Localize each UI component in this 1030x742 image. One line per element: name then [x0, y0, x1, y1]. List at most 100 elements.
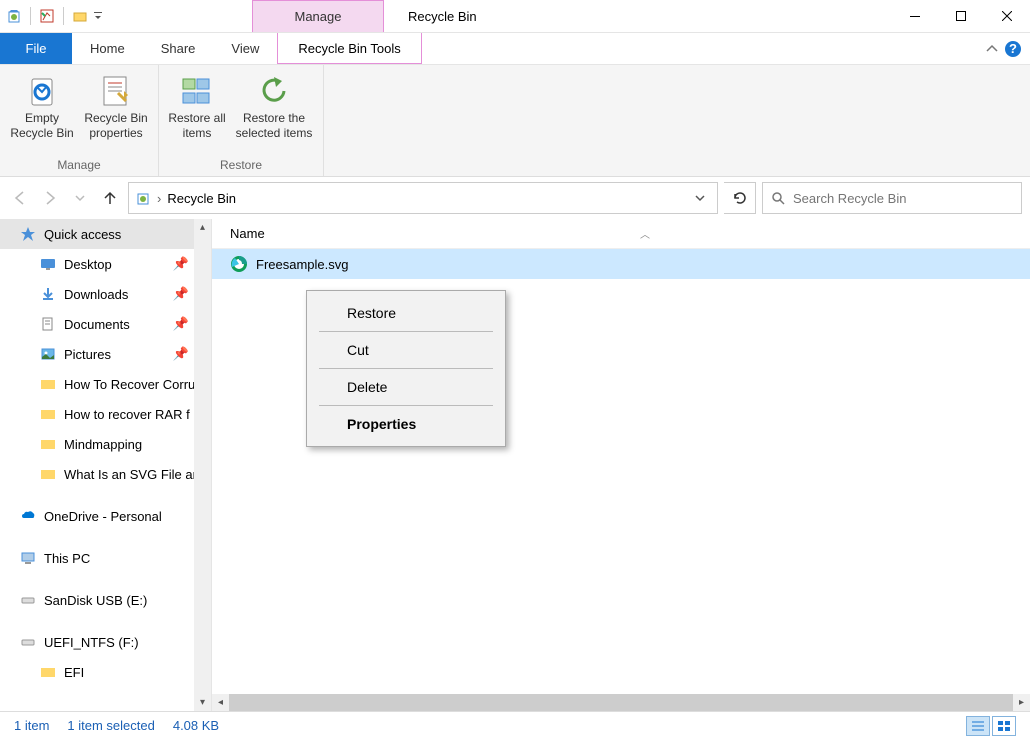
context-menu: Restore Cut Delete Properties [306, 290, 506, 447]
downloads-icon [40, 286, 56, 302]
sidebar-label: Pictures [64, 347, 111, 362]
navbar: › Recycle Bin [0, 177, 1030, 219]
pin-icon: 📌 [173, 316, 189, 332]
sidebar-label: What Is an SVG File an [64, 467, 200, 482]
sidebar-pictures[interactable]: Pictures 📌 [0, 339, 211, 369]
menu-view[interactable]: View [213, 33, 277, 64]
sidebar-scrollbar[interactable]: ▴ ▾ [194, 219, 211, 711]
sidebar-folder[interactable]: How To Recover Corru [0, 369, 211, 399]
onedrive-icon [20, 508, 36, 524]
documents-icon [40, 316, 56, 332]
folder-icon [40, 406, 56, 422]
search-box[interactable] [762, 182, 1022, 214]
scroll-up-icon[interactable]: ▴ [194, 219, 211, 236]
minimize-button[interactable] [892, 0, 938, 33]
sidebar-desktop[interactable]: Desktop 📌 [0, 249, 211, 279]
scroll-left-icon[interactable]: ◂ [212, 697, 229, 708]
sidebar-onedrive[interactable]: OneDrive - Personal [0, 501, 211, 531]
restore-all-items-button[interactable]: Restore all items [167, 69, 227, 156]
breadcrumb-dropdown-icon[interactable] [689, 193, 711, 203]
context-restore[interactable]: Restore [307, 295, 505, 331]
edge-file-icon [230, 255, 248, 273]
qat-dropdown-icon[interactable] [94, 11, 104, 21]
file-row[interactable]: Freesample.svg [212, 249, 1030, 279]
sort-indicator-icon: ︿ [640, 226, 650, 241]
menubar-right: ? [986, 33, 1030, 64]
menu-recycle-bin-tools[interactable]: Recycle Bin Tools [277, 33, 421, 64]
nav-back-button[interactable] [8, 186, 32, 210]
search-input[interactable] [793, 191, 1013, 206]
sidebar-label: Desktop [64, 257, 112, 272]
sidebar-label: How To Recover Corru [64, 377, 195, 392]
recycle-bin-properties-button[interactable]: Recycle Bin properties [82, 69, 150, 156]
sidebar-sandisk[interactable]: SanDisk USB (E:) [0, 585, 211, 615]
pin-icon: 📌 [173, 346, 189, 362]
quick-access-toolbar [0, 0, 108, 32]
contextual-tab-manage[interactable]: Manage [252, 0, 384, 32]
nav-up-button[interactable] [98, 186, 122, 210]
status-selected-count: 1 item selected [67, 718, 154, 733]
scrollbar-thumb[interactable] [229, 694, 1013, 711]
sidebar-label: How to recover RAR f [64, 407, 190, 422]
maximize-button[interactable] [938, 0, 984, 33]
sidebar-efi[interactable]: EFI [0, 657, 211, 687]
help-icon[interactable]: ? [1004, 40, 1022, 58]
refresh-button[interactable] [724, 182, 756, 214]
horizontal-scrollbar[interactable]: ◂ ▸ [212, 694, 1030, 711]
thumbnails-view-button[interactable] [992, 716, 1016, 736]
desktop-icon [40, 256, 56, 272]
column-header[interactable]: Name ︿ [212, 219, 1030, 249]
sidebar-folder[interactable]: What Is an SVG File an [0, 459, 211, 489]
ribbon-group-label: Manage [8, 156, 150, 174]
sidebar: Quick access Desktop 📌 Downloads 📌 Docum… [0, 219, 212, 711]
main-area: Quick access Desktop 📌 Downloads 📌 Docum… [0, 219, 1030, 711]
column-name[interactable]: Name [230, 226, 640, 241]
sidebar-documents[interactable]: Documents 📌 [0, 309, 211, 339]
empty-bin-icon [24, 71, 60, 111]
details-view-button[interactable] [966, 716, 990, 736]
context-properties[interactable]: Properties [307, 406, 505, 442]
sidebar-folder[interactable]: How to recover RAR f [0, 399, 211, 429]
ribbon: Empty Recycle Bin Recycle Bin properties… [0, 65, 1030, 177]
nav-recent-dropdown[interactable] [68, 186, 92, 210]
sidebar-quick-access[interactable]: Quick access [0, 219, 211, 249]
breadcrumb[interactable]: › Recycle Bin [128, 182, 718, 214]
chevron-right-icon[interactable]: › [157, 191, 161, 206]
recycle-bin-icon [4, 6, 24, 26]
folder-qat-icon[interactable] [70, 6, 90, 26]
sidebar-downloads[interactable]: Downloads 📌 [0, 279, 211, 309]
menu-home[interactable]: Home [72, 33, 143, 64]
sidebar-label: Quick access [44, 227, 121, 242]
nav-forward-button[interactable] [38, 186, 62, 210]
this-pc-icon [20, 550, 36, 566]
ribbon-group-restore: Restore all items Restore the selected i… [159, 65, 324, 176]
separator [63, 7, 64, 25]
folder-icon [40, 436, 56, 452]
sidebar-label: EFI [64, 665, 84, 680]
sidebar-label: SanDisk USB (E:) [44, 593, 147, 608]
menu-share[interactable]: Share [143, 33, 214, 64]
breadcrumb-location[interactable]: Recycle Bin [167, 191, 236, 206]
status-item-count: 1 item [14, 718, 49, 733]
window-title: Recycle Bin [384, 0, 477, 32]
close-button[interactable] [984, 0, 1030, 33]
titlebar-center: Manage Recycle Bin [108, 0, 892, 32]
collapse-ribbon-icon[interactable] [986, 43, 998, 55]
sidebar-this-pc[interactable]: This PC [0, 543, 211, 573]
separator [30, 7, 31, 25]
scroll-right-icon[interactable]: ▸ [1013, 697, 1030, 708]
statusbar: 1 item 1 item selected 4.08 KB [0, 711, 1030, 739]
recycle-bin-small-icon [135, 190, 151, 206]
context-cut[interactable]: Cut [307, 332, 505, 368]
context-delete[interactable]: Delete [307, 369, 505, 405]
ribbon-group-manage: Empty Recycle Bin Recycle Bin properties… [0, 65, 159, 176]
sidebar-uefi[interactable]: UEFI_NTFS (F:) [0, 627, 211, 657]
sidebar-folder[interactable]: Mindmapping [0, 429, 211, 459]
pictures-icon [40, 346, 56, 362]
menu-file[interactable]: File [0, 33, 72, 64]
scroll-down-icon[interactable]: ▾ [194, 694, 211, 711]
empty-recycle-bin-button[interactable]: Empty Recycle Bin [8, 69, 76, 156]
properties-qat-icon[interactable] [37, 6, 57, 26]
menubar: File Home Share View Recycle Bin Tools ? [0, 33, 1030, 65]
restore-selected-items-button[interactable]: Restore the selected items [233, 69, 315, 156]
